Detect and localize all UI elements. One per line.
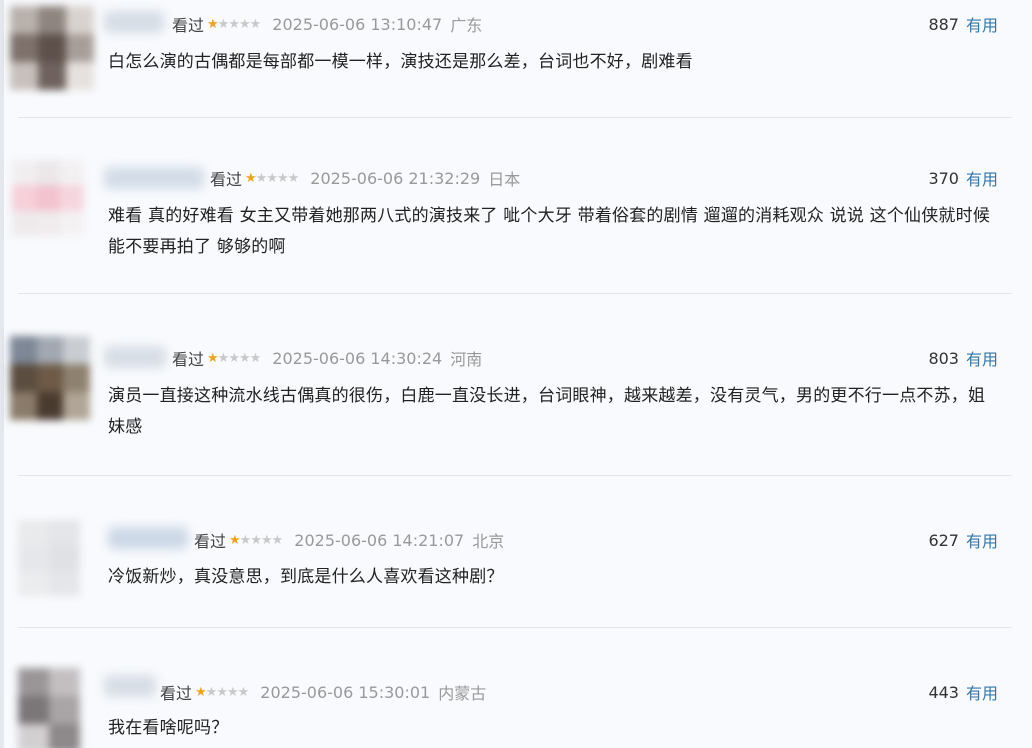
star-icon: ★ <box>237 684 250 700</box>
rating-stars: ★ ★ ★ ★ ★ <box>207 16 262 32</box>
avatar[interactable] <box>18 668 80 748</box>
useful-button[interactable]: 有用 <box>966 12 998 36</box>
username[interactable] <box>104 675 156 697</box>
star-icon: ★ <box>276 170 289 186</box>
comment-time: 2025-06-06 13:10:47 <box>272 14 443 34</box>
star-icon: ★ <box>205 684 218 700</box>
avatar[interactable] <box>10 6 94 90</box>
star-icon: ★ <box>216 684 228 700</box>
rating-stars: ★ ★ ★ ★ ★ <box>245 170 300 186</box>
avatar[interactable] <box>18 520 80 596</box>
rated-label: 看过 <box>172 16 205 35</box>
rated-label: 看过 <box>172 350 205 369</box>
star-icon: ★ <box>229 532 241 548</box>
star-icon: ★ <box>260 532 273 548</box>
divider <box>18 117 1012 118</box>
star-icon: ★ <box>228 16 240 32</box>
comment-location: 内蒙古 <box>438 684 487 703</box>
comment-location: 河南 <box>450 350 483 369</box>
avatar[interactable] <box>10 336 90 420</box>
vote-count: 887 <box>928 14 959 34</box>
useful-button[interactable]: 有用 <box>966 528 998 552</box>
star-icon: ★ <box>207 16 219 32</box>
star-icon: ★ <box>249 16 262 32</box>
rating-stars: ★ ★ ★ ★ ★ <box>195 684 250 700</box>
vote-count: 370 <box>928 168 959 188</box>
rated-label: 看过 <box>210 170 243 189</box>
divider <box>18 293 1012 294</box>
vote-count: 803 <box>928 348 959 368</box>
comment-text: 白怎么演的古偶都是每部都一模一样，演技还是那么差，台词也不好，剧难看 <box>108 52 693 72</box>
comment-text: 我在看啥呢吗？ <box>108 718 229 738</box>
comment-location: 广东 <box>450 16 483 35</box>
comment-time: 2025-06-06 14:21:07 <box>294 530 465 550</box>
star-icon: ★ <box>250 532 262 548</box>
useful-button[interactable]: 有用 <box>966 166 998 190</box>
username[interactable] <box>104 346 166 368</box>
comment-location: 北京 <box>472 532 505 551</box>
comment-text: 难看 真的好难看 女主又带着她那两八式的演技来了 呲个大牙 带着俗套的剧情 遛遛… <box>108 206 991 257</box>
star-icon: ★ <box>239 532 252 548</box>
useful-button[interactable]: 有用 <box>966 346 998 370</box>
comment-text: 冷饭新炒，真没意思，到底是什么人喜欢看这种剧？ <box>108 567 504 587</box>
comment-text: 演员一直接这种流水线古偶真的很伤，白鹿一直没长进，台词眼神，越来越差，没有灵气，… <box>108 386 986 437</box>
comment-item: 看过 ★ ★ ★ ★ ★ 2025-06-06 21:32:29 日本 370 … <box>4 150 1032 280</box>
star-icon: ★ <box>266 170 278 186</box>
comment-time: 2025-06-06 15:30:01 <box>260 682 431 702</box>
username[interactable] <box>104 167 204 189</box>
star-icon: ★ <box>207 350 219 366</box>
comment-item: 看过 ★ ★ ★ ★ ★ 2025-06-06 14:30:24 河南 803 … <box>4 330 1032 460</box>
star-icon: ★ <box>271 532 284 548</box>
star-icon: ★ <box>226 684 239 700</box>
star-icon: ★ <box>228 350 240 366</box>
star-icon: ★ <box>249 350 262 366</box>
rated-label: 看过 <box>160 684 193 703</box>
username[interactable] <box>108 527 188 549</box>
comment-time: 2025-06-06 21:32:29 <box>310 168 481 188</box>
divider <box>18 627 1012 628</box>
avatar[interactable] <box>12 160 84 236</box>
vote-count: 443 <box>928 682 959 702</box>
star-icon: ★ <box>245 170 257 186</box>
star-icon: ★ <box>217 16 230 32</box>
comment-time: 2025-06-06 14:30:24 <box>272 348 443 368</box>
comment-location: 日本 <box>488 170 521 189</box>
star-icon: ★ <box>255 170 268 186</box>
username[interactable] <box>104 11 164 33</box>
comment-item: 看过 ★ ★ ★ ★ ★ 2025-06-06 13:10:47 广东 887 … <box>4 0 1032 100</box>
comments-panel: { "comments": [ { "rated_label": "看过", "… <box>0 0 1032 748</box>
useful-button[interactable]: 有用 <box>966 680 998 704</box>
star-icon: ★ <box>238 350 251 366</box>
star-icon: ★ <box>217 350 230 366</box>
rating-stars: ★ ★ ★ ★ ★ <box>207 350 262 366</box>
comment-item: 看过 ★ ★ ★ ★ ★ 2025-06-06 14:21:07 北京 627 … <box>4 510 1032 630</box>
comment-item: 看过 ★ ★ ★ ★ ★ 2025-06-06 15:30:01 内蒙古 443… <box>4 660 1032 748</box>
rated-label: 看过 <box>194 532 227 551</box>
rating-stars: ★ ★ ★ ★ ★ <box>229 532 284 548</box>
star-icon: ★ <box>195 684 207 700</box>
star-icon: ★ <box>287 170 300 186</box>
star-icon: ★ <box>238 16 251 32</box>
vote-count: 627 <box>928 530 959 550</box>
divider <box>18 475 1012 476</box>
